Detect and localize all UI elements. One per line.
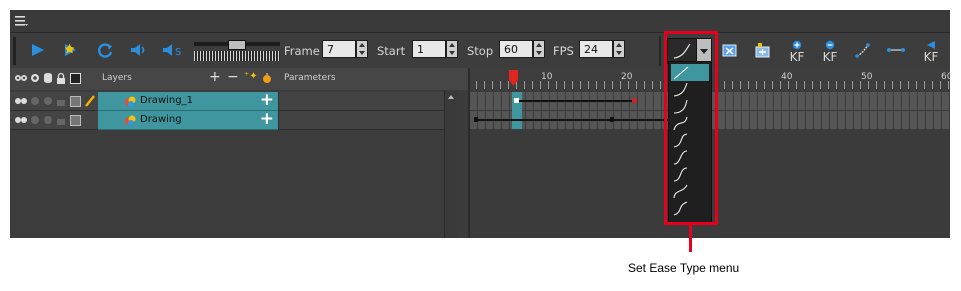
fps-field[interactable]: 24: [579, 40, 613, 58]
lock-icon[interactable]: [56, 95, 66, 107]
callout-line: [689, 224, 692, 252]
lock-icon[interactable]: [56, 72, 66, 84]
stop-label: Stop: [467, 44, 494, 58]
sound-icon[interactable]: [128, 39, 148, 61]
add-layer-button[interactable]: +: [209, 69, 221, 85]
previous-keyframe-button[interactable]: KF: [920, 40, 942, 64]
database-icon[interactable]: [43, 72, 53, 84]
menu-icon[interactable]: [15, 15, 29, 27]
fps-label: FPS: [553, 44, 574, 58]
database-icon: [44, 97, 52, 105]
keyframe-marker[interactable]: [514, 98, 519, 103]
enable-all-icon[interactable]: [30, 73, 40, 83]
ruler-tick-label: 20: [621, 72, 633, 82]
ruler-tick-label: 60: [941, 72, 950, 82]
play-selection-icon[interactable]: [62, 39, 82, 61]
motion-line: [516, 100, 634, 102]
exposure-line: [476, 119, 676, 121]
database-icon: [44, 116, 52, 124]
start-field[interactable]: 1: [412, 40, 446, 58]
delete-layer-button[interactable]: −: [227, 69, 239, 85]
enable-icon[interactable]: [30, 96, 40, 106]
frame-stepper[interactable]: [356, 40, 368, 58]
start-stepper[interactable]: [446, 40, 458, 58]
layer-list: Drawing_1 + Drawing +: [10, 90, 468, 238]
arrow-left-icon: [927, 41, 935, 49]
loop-icon[interactable]: [95, 39, 115, 61]
layer-parameters-cell: [278, 92, 445, 111]
add-drawing-layer-icon[interactable]: ⁺✦: [244, 71, 258, 82]
color-swatch-icon[interactable]: [70, 115, 81, 126]
layer-name: Drawing_1: [140, 95, 193, 106]
remove-keyframe-button[interactable]: KF: [819, 40, 841, 64]
pencil-icon[interactable]: [84, 94, 96, 108]
layer-row[interactable]: Drawing_1 +: [10, 90, 468, 111]
svg-text:S: S: [175, 47, 181, 58]
add-keyframe-button[interactable]: KF: [786, 40, 808, 64]
minus-circle-icon: [825, 40, 835, 50]
kf-label: KF: [923, 50, 939, 64]
convert-keyframe-icon[interactable]: [720, 39, 740, 61]
layer-parameters-cell: [278, 111, 445, 130]
toolbar-separator: [659, 36, 661, 66]
set-motion-keyframe-icon[interactable]: [753, 39, 773, 61]
toolbar-handle[interactable]: [13, 37, 16, 65]
stop-field[interactable]: 60: [499, 40, 533, 58]
show-icon[interactable]: [14, 115, 28, 125]
kf-label: KF: [789, 50, 805, 64]
layer-name: Drawing: [140, 114, 182, 125]
plus-circle-icon: [792, 40, 802, 50]
add-peg-icon[interactable]: [261, 72, 273, 84]
color-swatch-icon[interactable]: [70, 96, 81, 107]
sound-scrubbing-icon[interactable]: S: [160, 39, 186, 61]
color-swatch-icon[interactable]: [70, 73, 81, 84]
enable-icon[interactable]: [30, 115, 40, 125]
lock-icon[interactable]: [56, 114, 66, 126]
parameters-header-label: Parameters: [284, 73, 336, 83]
layers-header: Layers + − ⁺✦ Parameters: [10, 68, 468, 91]
kf-label: KF: [822, 50, 838, 64]
play-icon[interactable]: [28, 39, 48, 61]
callout-highlight-box: [664, 31, 718, 225]
show-all-icon[interactable]: [14, 73, 28, 83]
frame-field[interactable]: 7: [322, 40, 356, 58]
ruler-tick-label: 40: [781, 72, 793, 82]
expand-layer-button[interactable]: +: [260, 109, 274, 129]
fps-stepper[interactable]: [613, 40, 625, 58]
playhead-icon[interactable]: [508, 70, 520, 88]
playback-speed-slider[interactable]: [194, 38, 280, 64]
stop-stepper[interactable]: [533, 40, 545, 58]
vertical-scrollbar[interactable]: [444, 90, 457, 238]
layer-name-cell[interactable]: Drawing_1 +: [98, 90, 278, 111]
keyframe-marker[interactable]: [610, 117, 614, 122]
layer-controls: [10, 92, 98, 111]
playback-toolbar: S Frame 7 Start 1 Stop 60 FPS 24 KF KF K…: [10, 32, 950, 70]
keyframe-marker[interactable]: [632, 98, 637, 103]
callout-label: Set Ease Type menu: [628, 261, 740, 275]
layer-row[interactable]: Drawing +: [10, 109, 468, 130]
drawing-layer-icon: [125, 96, 136, 107]
keyframe-marker[interactable]: [474, 117, 478, 122]
stop-motion-keyframe-icon[interactable]: [853, 39, 873, 61]
drawing-layer-icon: [125, 115, 136, 126]
show-icon[interactable]: [14, 96, 28, 106]
start-label: Start: [377, 44, 406, 58]
motion-keyframe-icon[interactable]: [886, 39, 906, 61]
frame-label: Frame: [284, 44, 320, 58]
expand-layer-button[interactable]: +: [260, 90, 274, 110]
timeline-window: S Frame 7 Start 1 Stop 60 FPS 24 KF KF K…: [10, 10, 950, 238]
ruler-tick-label: 10: [541, 72, 553, 82]
layers-header-label: Layers: [102, 73, 132, 83]
menu-bar: [10, 10, 950, 32]
layer-name-cell[interactable]: Drawing +: [98, 109, 278, 130]
ruler-tick-label: 50: [861, 72, 873, 82]
layer-controls: [10, 111, 98, 130]
